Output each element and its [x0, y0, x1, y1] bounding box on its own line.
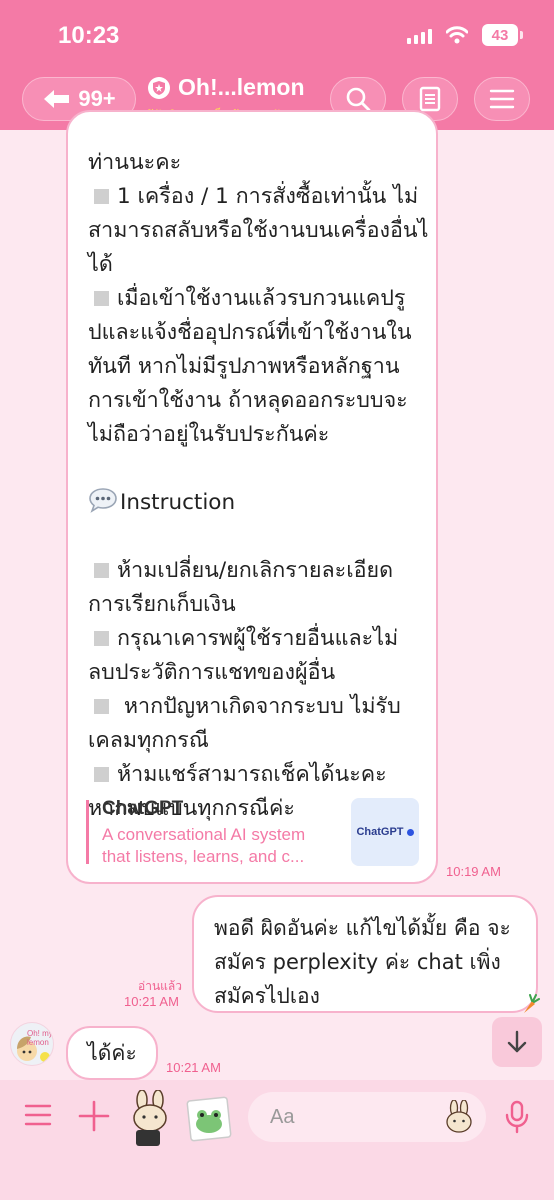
microphone-icon[interactable] [504, 1100, 530, 1138]
bullet-square-icon [94, 699, 109, 714]
message-line: ห้ามเปลี่ยน/ยกเลิกรายละเอียด [88, 554, 416, 588]
shield-icon [148, 76, 170, 99]
message-bubble-incoming[interactable]: ได้ค่ะ [66, 1026, 158, 1080]
bunny-sticker-icon[interactable] [126, 1089, 176, 1152]
scroll-down-button[interactable] [492, 1017, 542, 1067]
status-time: 10:23 [58, 22, 120, 49]
wifi-icon [446, 26, 468, 44]
message-line: ห้ามแชร์สามารถเช็คได้นะคะ [88, 758, 416, 792]
battery-indicator: 43 [482, 24, 523, 46]
note-icon [419, 86, 441, 112]
preview-accent-bar [86, 800, 89, 864]
message-time: 10:19 AM [446, 864, 501, 879]
plus-icon[interactable] [78, 1100, 110, 1136]
carrot-icon [520, 993, 540, 1019]
status-icons: 43 [407, 24, 523, 46]
message-input-field[interactable] [248, 1092, 486, 1142]
message-line: กรุณาเคารพผู้ใช้รายอื่นและไม่ [88, 622, 416, 656]
message-line: การเรียกเก็บเงิน [88, 592, 236, 617]
message-line: ปและแจ้งชื่ออุปกรณ์ที่เข้าใช้งานใน [88, 320, 412, 345]
bullet-square-icon [94, 631, 109, 646]
link-preview[interactable]: ChatGPT A conversational AI system that … [86, 798, 420, 868]
message-line: สมัครไปเอง [214, 984, 320, 1008]
message-line: สมัคร perplexity ค่ะ chat เพิ่ง [214, 950, 501, 974]
signal-icon [407, 26, 432, 44]
bullet-square-icon [94, 767, 109, 782]
message-line: ท่านนะคะ [88, 150, 182, 175]
avatar[interactable]: Oh! my lemon [10, 1022, 54, 1066]
message-line: เมื่อเข้าใช้งานแล้วรบกวนแคปรู [88, 282, 416, 316]
message-line: ลบประวัติการแชทของผู้อื่น [88, 660, 336, 685]
menu-button[interactable] [474, 77, 530, 121]
message-line: ไม่ถือว่าอยู่ในรับประกันค่ะ [88, 422, 330, 447]
unread-count: 99+ [78, 86, 116, 111]
avatar-text: Oh! my lemon [27, 1029, 53, 1047]
message-bubble-incoming[interactable]: ท่านนะคะ 1 เครื่อง / 1 การสั่งซื้อเท่านั… [66, 110, 438, 884]
menu-icon[interactable] [24, 1102, 52, 1132]
search-icon [346, 87, 371, 112]
dot-icon [406, 828, 414, 836]
preview-title: ChatGPT [102, 798, 184, 819]
message-time: 10:21 AM [166, 1060, 221, 1075]
bullet-square-icon [94, 189, 109, 204]
message-line: ทันที หากไม่มีรูปภาพหรือหลักฐาน [88, 354, 400, 379]
preview-description: A conversational AI system that listens,… [102, 825, 306, 866]
message-time: 10:21 AM [124, 994, 179, 1009]
message-line: เคลมทุกกรณี [88, 728, 209, 753]
emoji-bunny-icon[interactable] [444, 1099, 474, 1138]
preview-thumbnail: ChatGPT [351, 798, 419, 866]
message-line: การเข้าใช้งาน ถ้าหลุดออกระบบจะ [88, 388, 408, 413]
message-line: สามารถสลับหรือใช้งานบนเครื่องอื่นไ [88, 218, 429, 243]
message-line: Instruction [88, 486, 416, 520]
frog-sticker-icon[interactable] [186, 1096, 232, 1146]
message-line: 1 เครื่อง / 1 การสั่งซื้อเท่านั้น ไม่ [88, 180, 418, 214]
input-bar [0, 1080, 554, 1200]
bullet-square-icon [94, 291, 109, 306]
message-line: ได้ [88, 252, 113, 277]
hamburger-icon [489, 89, 515, 109]
bullet-square-icon [94, 563, 109, 578]
arrow-left-icon [44, 90, 70, 108]
message-input[interactable] [270, 1102, 440, 1132]
message-line: พอดี ผิดอันค่ะ แก้ไขได้มั้ย คือ จะ [214, 916, 511, 940]
arrow-down-icon [507, 1030, 527, 1053]
speech-bubble-icon [89, 488, 117, 513]
message-line: หากปัญหาเกิดจากระบบ ไม่รับ [88, 690, 416, 724]
message-bubble-outgoing[interactable]: พอดี ผิดอันค่ะ แก้ไขได้มั้ย คือ จะ สมัคร… [192, 895, 538, 1013]
chat-title: Oh!...lemon [178, 74, 305, 100]
thumbnail-text: ChatGPT [356, 826, 404, 838]
